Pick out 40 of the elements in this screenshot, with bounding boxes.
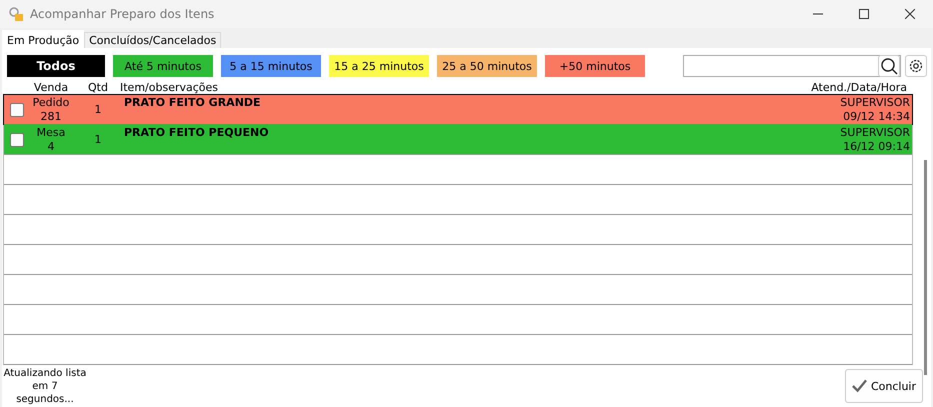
table-cell: 1 xyxy=(94,133,102,146)
close-icon xyxy=(905,9,915,19)
order-row[interactable]: Mesa 4 1 PRATO FEITO PEQUENO SUPERVISOR 16/12 09:14 xyxy=(4,124,912,155)
checkbox[interactable] xyxy=(10,133,24,147)
filter-button[interactable]: 5 a 15 minutos xyxy=(221,55,321,77)
filter-button[interactable]: Até 5 minutos xyxy=(113,55,213,77)
table-cell: 16/12 09:14 xyxy=(843,140,910,154)
settings-icon xyxy=(908,58,924,74)
column-header: Item/observações xyxy=(120,80,220,94)
scrollbar[interactable] xyxy=(924,160,927,375)
search-field[interactable] xyxy=(683,55,901,77)
table-cell: PRATO FEITO PEQUENO xyxy=(124,126,269,139)
app-icon xyxy=(8,6,24,22)
table-cell-text: Pedido xyxy=(32,96,70,110)
checkbox[interactable] xyxy=(10,103,24,117)
table-cell: SUPERVISOR xyxy=(840,126,910,140)
tab[interactable]: Concluídos/Cancelados xyxy=(84,32,222,48)
maximize-icon xyxy=(859,9,869,19)
table-cell: SUPERVISOR xyxy=(840,96,910,110)
table-cell-text: Mesa xyxy=(36,126,66,140)
checkmark-icon xyxy=(852,379,867,393)
filter-button[interactable]: +50 minutos xyxy=(545,55,645,77)
search-icon[interactable] xyxy=(878,55,900,77)
tab[interactable]: Em Produção xyxy=(2,30,84,48)
column-header: Venda xyxy=(32,80,70,94)
status-text: Atualizando lista em 7 segundos... xyxy=(2,366,88,406)
filter-button[interactable]: 25 a 50 minutos xyxy=(437,55,537,77)
window-title: Acompanhar Preparo dos Itens xyxy=(30,7,214,21)
filter-button[interactable]: Todos xyxy=(7,55,105,77)
table-cell: 09/12 14:34 xyxy=(843,110,910,124)
table-cell: PRATO FEITO GRANDE xyxy=(124,96,261,109)
column-header: Qtd xyxy=(87,80,109,94)
confirm-button[interactable]: Concluir xyxy=(845,369,923,403)
table-cell-text: 281 xyxy=(40,110,62,124)
filter-button[interactable]: 15 a 25 minutos xyxy=(329,55,429,77)
table-cell: 1 xyxy=(94,103,102,116)
table-cell-text: 4 xyxy=(46,140,56,154)
order-row[interactable]: Pedido 281 1 PRATO FEITO GRANDE SUPERVISOR 09/12 14:34 xyxy=(3,94,913,125)
settings-button[interactable] xyxy=(905,55,927,77)
column-header: Atend./Data/Hora xyxy=(810,80,907,94)
